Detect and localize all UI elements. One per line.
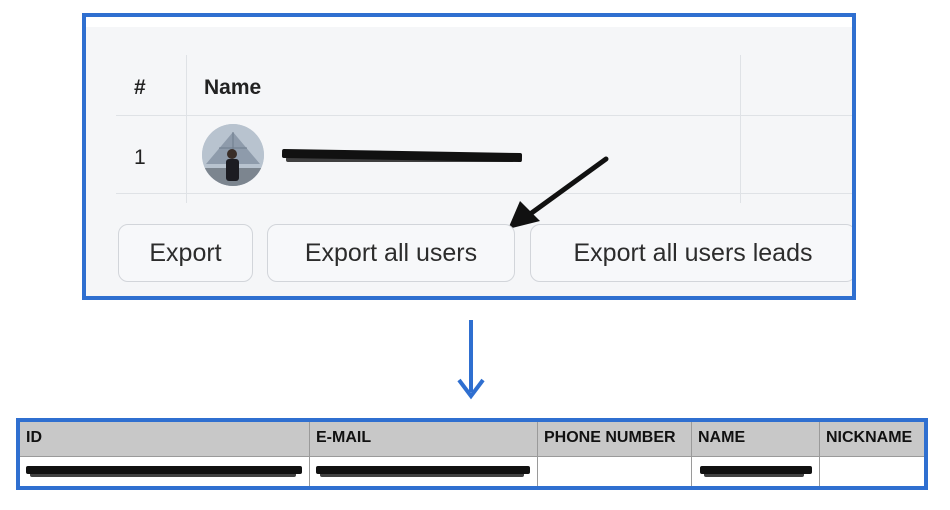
sheet-header-name: NAME [698, 429, 746, 446]
column-divider [186, 55, 187, 203]
exported-sheet: ID E-MAIL PHONE NUMBER NAME NICKNAME [16, 418, 928, 490]
panel-top-strip [86, 17, 852, 27]
avatar [202, 124, 264, 186]
sheet-header-email: E-MAIL [316, 429, 372, 446]
sheet-row-divider [20, 456, 924, 457]
export-all-users-leads-button[interactable]: Export all users leads [530, 224, 852, 282]
users-panel: # Name 1 Export Export all users Export … [82, 13, 856, 300]
sheet-header-phone: PHONE NUMBER [544, 429, 676, 446]
sheet-header-nickname: NICKNAME [826, 429, 913, 446]
export-all-users-button[interactable]: Export all users [267, 224, 515, 282]
pointer-arrow-icon [508, 156, 609, 229]
header-row-divider [116, 115, 852, 116]
column-header-name: Name [204, 76, 262, 99]
down-arrow-icon [457, 320, 485, 400]
row-divider [116, 193, 852, 194]
column-divider [740, 55, 741, 203]
sheet-header-id: ID [26, 429, 42, 446]
export-button[interactable]: Export [118, 224, 253, 282]
column-header-index: # [134, 76, 146, 99]
row-index: 1 [134, 146, 146, 169]
